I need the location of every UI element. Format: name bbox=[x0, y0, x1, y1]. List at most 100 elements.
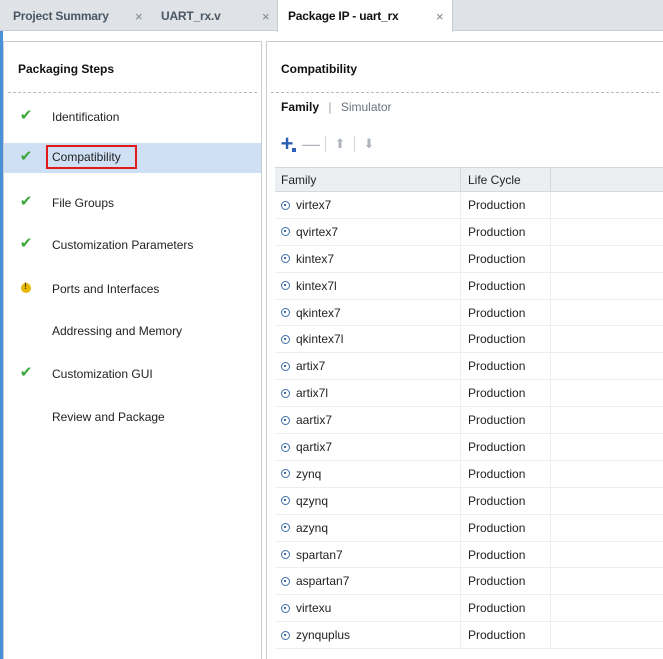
column-divider bbox=[460, 245, 461, 272]
table-row[interactable]: zynquplus Production bbox=[275, 622, 663, 650]
step-ports-and-interfaces[interactable]: Ports and Interfaces bbox=[4, 274, 261, 304]
family-name: qartix7 bbox=[296, 440, 333, 455]
check-icon: ✔ bbox=[19, 235, 33, 252]
column-divider bbox=[550, 407, 551, 434]
divider bbox=[8, 92, 257, 93]
table-row[interactable]: kintex7l Production bbox=[275, 272, 663, 300]
column-divider bbox=[460, 380, 461, 407]
table-row[interactable]: kintex7 Production bbox=[275, 245, 663, 273]
subtab-simulator[interactable]: Simulator bbox=[341, 100, 392, 114]
life-cycle-cell: Production bbox=[468, 224, 526, 239]
table-row[interactable]: qvirtex7 Production bbox=[275, 218, 663, 246]
column-header-life-cycle[interactable]: Life Cycle bbox=[468, 173, 521, 187]
family-name: zynq bbox=[296, 466, 322, 481]
life-cycle-cell: Production bbox=[468, 520, 526, 535]
step-addressing-and-memory[interactable]: Addressing and Memory bbox=[4, 316, 261, 346]
step-customization-gui[interactable]: ✔ Customization GUI bbox=[4, 359, 261, 389]
step-compatibility[interactable]: ✔ Compatibility bbox=[4, 143, 261, 173]
tab-package-ip[interactable]: Package IP - uart_rx × bbox=[277, 0, 453, 32]
family-toolbar: + — ⬆ ⬇ bbox=[275, 132, 381, 156]
remove-icon[interactable]: — bbox=[299, 133, 323, 155]
column-divider bbox=[460, 192, 461, 218]
table-row[interactable]: qzynq Production bbox=[275, 487, 663, 515]
panel-title: Compatibility bbox=[281, 62, 358, 76]
family-name: kintex7 bbox=[296, 251, 335, 266]
family-name: spartan7 bbox=[296, 547, 343, 562]
column-divider bbox=[550, 487, 551, 514]
move-up-icon[interactable]: ⬆ bbox=[328, 133, 352, 155]
table-row[interactable]: virtexu Production bbox=[275, 595, 663, 623]
device-family-icon bbox=[281, 227, 290, 237]
life-cycle-cell: Production bbox=[468, 198, 526, 212]
step-label: Identification bbox=[52, 110, 120, 124]
life-cycle-cell: Production bbox=[468, 251, 526, 266]
table-row[interactable]: artix7 Production bbox=[275, 353, 663, 381]
device-family-icon bbox=[281, 308, 290, 318]
column-divider bbox=[550, 245, 551, 272]
table-row[interactable]: qartix7 Production bbox=[275, 434, 663, 461]
table-header: Family Life Cycle bbox=[275, 167, 663, 192]
column-divider bbox=[550, 514, 551, 541]
family-name: virtexu bbox=[296, 601, 332, 616]
close-icon[interactable]: × bbox=[436, 9, 444, 24]
table-body: virtex7 Production qvirtex7 Production kinte… bbox=[275, 192, 663, 650]
table-row[interactable]: azynq Production bbox=[275, 514, 663, 542]
step-customization-parameters[interactable]: ✔ Customization Parameters bbox=[4, 230, 261, 260]
tab-label: Package IP - uart_rx bbox=[288, 9, 399, 23]
column-divider bbox=[460, 568, 461, 595]
family-cell: aspartan7 bbox=[281, 574, 349, 588]
table-row[interactable]: qkintex7l Production bbox=[275, 326, 663, 354]
device-family-icon bbox=[281, 361, 290, 371]
table-row[interactable]: qkintex7 Production bbox=[275, 299, 663, 327]
life-cycle-cell: Production bbox=[468, 305, 526, 320]
family-cell: qzynq bbox=[281, 494, 328, 508]
close-icon[interactable]: × bbox=[262, 9, 270, 24]
column-divider bbox=[460, 168, 461, 191]
life-cycle-cell: Production bbox=[468, 601, 526, 616]
life-cycle-cell: Production bbox=[468, 574, 526, 589]
family-name: kintex7l bbox=[296, 278, 337, 293]
table-row[interactable]: artix7l Production bbox=[275, 380, 663, 408]
table-row[interactable]: spartan7 Production bbox=[275, 541, 663, 569]
add-icon[interactable]: + bbox=[275, 133, 299, 155]
column-divider bbox=[460, 460, 461, 487]
device-family-icon bbox=[281, 523, 290, 533]
life-cycle-cell: Production bbox=[468, 413, 526, 428]
family-cell: qkintex7l bbox=[281, 332, 343, 346]
device-family-icon bbox=[281, 388, 290, 398]
life-cycle-cell: Production bbox=[468, 359, 526, 374]
close-icon[interactable]: × bbox=[135, 9, 143, 24]
family-name: qzynq bbox=[296, 493, 329, 508]
table-row[interactable]: virtex7 Production bbox=[275, 192, 663, 219]
family-cell: spartan7 bbox=[281, 548, 343, 562]
family-cell: qartix7 bbox=[281, 440, 332, 454]
subtab-family[interactable]: Family bbox=[281, 100, 319, 114]
column-divider bbox=[550, 168, 551, 191]
family-cell: virtexu bbox=[281, 601, 331, 615]
tab-label: UART_rx.v bbox=[161, 8, 221, 23]
life-cycle-cell: Production bbox=[468, 628, 526, 643]
step-label: Customization Parameters bbox=[52, 238, 194, 252]
tab-uart-rx-v[interactable]: UART_rx.v × bbox=[151, 0, 277, 31]
family-name: zynquplus bbox=[296, 628, 351, 643]
column-divider bbox=[550, 622, 551, 649]
family-cell: zynq bbox=[281, 467, 321, 481]
family-cell: artix7 bbox=[281, 359, 325, 373]
move-down-icon[interactable]: ⬇ bbox=[357, 133, 381, 155]
step-label: File Groups bbox=[52, 196, 115, 210]
column-divider bbox=[550, 353, 551, 380]
tab-project-summary[interactable]: Project Summary × bbox=[3, 0, 151, 31]
step-identification[interactable]: ✔ Identification bbox=[4, 102, 261, 132]
table-row[interactable]: aspartan7 Production bbox=[275, 568, 663, 596]
table-row[interactable]: aartix7 Production bbox=[275, 407, 663, 435]
column-header-family[interactable]: Family bbox=[281, 173, 316, 187]
column-divider bbox=[460, 487, 461, 514]
table-row[interactable]: zynq Production bbox=[275, 460, 663, 488]
family-cell: aartix7 bbox=[281, 413, 332, 427]
step-review-and-package[interactable]: Review and Package bbox=[4, 402, 261, 432]
step-label: Compatibility bbox=[46, 145, 137, 169]
family-cell: qkintex7 bbox=[281, 306, 341, 320]
step-file-groups[interactable]: ✔ File Groups bbox=[4, 188, 261, 218]
device-family-icon bbox=[281, 576, 290, 586]
family-name: virtex7 bbox=[296, 198, 332, 212]
